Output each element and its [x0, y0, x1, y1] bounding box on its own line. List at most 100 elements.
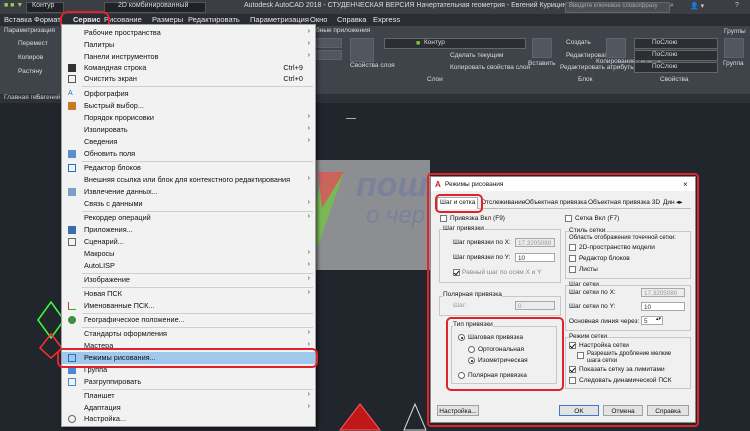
group-icon[interactable]: [724, 38, 744, 58]
tab-3d-object-snap[interactable]: Объектная привязка 3D: [588, 199, 660, 206]
workspace-label: 2D комбинированный: [118, 2, 189, 9]
menu-item-ungroup[interactable]: Разгруппировать: [62, 376, 315, 388]
menu-item-update-fields[interactable]: Обновить поля: [62, 148, 315, 160]
submenu-arrow-icon: ›: [307, 137, 310, 144]
panel-layers-title: Слои: [427, 76, 443, 83]
cancel-button[interactable]: Отмена: [603, 405, 643, 416]
layer-dropdown[interactable]: [384, 38, 526, 49]
quick-access-icons[interactable]: ■ ■ ▼: [4, 2, 23, 9]
tab-polar-tracking[interactable]: Отслеживание: [481, 199, 525, 206]
equal-xy-checkbox[interactable]: [453, 269, 460, 276]
linetype-value: ПоСлою: [652, 51, 678, 58]
menu-item-named-ucs[interactable]: Именованные ПСК...: [62, 300, 315, 312]
autocad-logo-icon: A: [435, 180, 441, 189]
signin-icon[interactable]: 👤 ▾: [690, 2, 704, 10]
tab-object-snap[interactable]: Объектная привязка: [525, 199, 587, 206]
menu-item-quick-select[interactable]: Быстрый выбор...: [62, 100, 315, 112]
copy-layer-props-button[interactable]: Копировать свойства слоя: [450, 64, 530, 71]
ribbon-tool-2[interactable]: [316, 50, 342, 60]
menu-insert[interactable]: Вставка: [4, 15, 32, 24]
menu-item-action-recorder[interactable]: Рекордер операций ›: [62, 212, 315, 224]
menu-item-autolisp[interactable]: AutoLISP ›: [62, 260, 315, 272]
ok-button[interactable]: OK: [559, 405, 599, 416]
ribbon-stretch[interactable]: Растяну: [18, 68, 42, 75]
submenu-arrow-icon: ›: [307, 261, 310, 268]
menu-item-data-links[interactable]: Связь с данными ›: [62, 198, 315, 210]
script-icon: [68, 238, 76, 246]
options-button[interactable]: Настройка...: [437, 405, 479, 416]
menu-item-display-image[interactable]: Изображение ›: [62, 274, 315, 286]
menu-item-applications[interactable]: Приложения...: [62, 224, 315, 236]
menu-parametric[interactable]: Параметризация: [250, 15, 309, 24]
menu-item-cad-standards[interactable]: Стандарты оформления ›: [62, 328, 315, 340]
follow-ucs-checkbox[interactable]: [569, 377, 576, 384]
dialog-title: Режимы рисования: [445, 181, 504, 188]
grid-block-editor-checkbox[interactable]: [569, 255, 576, 262]
menu-item-palettes[interactable]: Палитры ›: [62, 39, 315, 51]
ribbon-tab-parametric[interactable]: Параметризация: [4, 27, 55, 34]
submenu-arrow-icon: ›: [307, 329, 310, 336]
menu-item-data-extraction[interactable]: Извлечение данных...: [62, 186, 315, 198]
polar-distance-input[interactable]: 0: [515, 301, 555, 310]
grid-on-checkbox[interactable]: [565, 215, 572, 222]
menu-item-macros[interactable]: Макросы ›: [62, 248, 315, 260]
menu-item-spelling[interactable]: A Орфография: [62, 88, 315, 100]
snap-y-input[interactable]: 10: [515, 253, 555, 262]
help-icon[interactable]: ?: [735, 2, 739, 9]
submenu-arrow-icon: ›: [307, 175, 310, 182]
menu-item-options[interactable]: Настройка...: [62, 413, 315, 425]
set-current-button[interactable]: Сделать текущим: [450, 52, 503, 59]
menu-item-block-editor[interactable]: Редактор блоков: [62, 162, 315, 174]
edit-attributes-button[interactable]: Редактировать атрибуты: [560, 64, 635, 71]
snap-x-input[interactable]: 17.3205080: [515, 238, 555, 247]
layer-properties-icon[interactable]: [350, 38, 374, 62]
tab-dynamic-input[interactable]: Дин: [663, 199, 675, 206]
close-icon[interactable]: ×: [683, 180, 688, 189]
grid-2d-checkbox[interactable]: [569, 244, 576, 251]
applications-icon: [68, 226, 76, 234]
grid-sheet-checkbox[interactable]: [569, 266, 576, 273]
display-beyond-limits-checkbox[interactable]: [569, 366, 576, 373]
major-line-spinner-icon[interactable]: ▴▾: [656, 316, 661, 322]
menu-item-tablet[interactable]: Планшет ›: [62, 390, 315, 402]
ribbon-tool-1[interactable]: [316, 38, 342, 48]
menu-help[interactable]: Справка: [337, 15, 366, 24]
menu-item-inquiry[interactable]: Сведения ›: [62, 136, 315, 148]
menu-item-draw-order[interactable]: Порядок прорисовки ›: [62, 112, 315, 124]
drawing-shape-bottom-2: [403, 402, 427, 431]
grid-y-input[interactable]: 10: [641, 302, 685, 311]
ribbon-move[interactable]: Перемест: [18, 40, 48, 47]
menu-item-isolate[interactable]: Изолировать ›: [62, 124, 315, 136]
submenu-arrow-icon: ›: [307, 213, 310, 220]
help-button[interactable]: Справка: [647, 405, 689, 416]
menu-express[interactable]: Express: [373, 15, 400, 24]
submenu-arrow-icon: ›: [307, 391, 310, 398]
menu-item-xref-edit[interactable]: Внешняя ссылка или блок для контекстного…: [62, 174, 315, 186]
grid-x-input[interactable]: 17.3205080: [641, 288, 685, 297]
menu-window[interactable]: Окно: [310, 15, 327, 24]
ungroup-icon: [68, 378, 76, 386]
snap-on-checkbox[interactable]: [440, 215, 447, 222]
menu-item-script[interactable]: Сценарий...: [62, 236, 315, 248]
match-properties-icon[interactable]: [606, 38, 626, 58]
ribbon-tab-addins[interactable]: бные приложения: [316, 27, 370, 34]
adaptive-grid-checkbox[interactable]: [569, 342, 576, 349]
snap-x-label: Шаг привязки по X:: [453, 239, 511, 246]
menu-item-workspaces[interactable]: Рабочие пространства ›: [62, 27, 315, 39]
insert-block-icon[interactable]: [532, 38, 552, 58]
menu-dimension[interactable]: Размеры: [152, 15, 183, 24]
menu-item-new-ucs[interactable]: Новая ПСК ›: [62, 288, 315, 300]
tab-scroll-arrows[interactable]: ◂▸: [676, 198, 683, 206]
create-block-button[interactable]: Создать: [566, 39, 591, 46]
search-icon[interactable]: ⌕: [670, 2, 674, 10]
submenu-arrow-icon: ›: [307, 403, 310, 410]
grid-2d-label: 2D-пространство модели: [579, 244, 655, 251]
menu-item-clean-screen[interactable]: Очистить экран Ctrl+0: [62, 73, 315, 85]
major-line-label: Основная линия через:: [569, 318, 640, 325]
subdivision-checkbox[interactable]: [577, 352, 584, 359]
menu-item-geolocation[interactable]: Географическое положение...: [62, 314, 315, 326]
menu-format[interactable]: Формат: [34, 15, 61, 24]
ribbon-copy[interactable]: Копиров: [18, 54, 43, 61]
menu-modify[interactable]: Редактировать: [188, 15, 240, 24]
grid-sheet-label: Листы: [579, 266, 598, 273]
